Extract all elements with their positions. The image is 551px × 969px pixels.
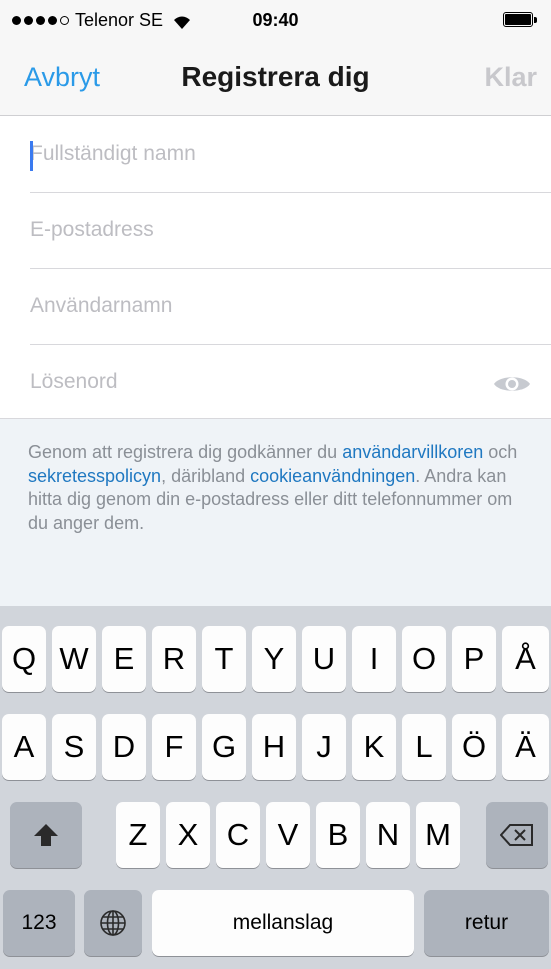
keyboard: Q W E R T Y U I O P Å A S D F G H J K L … <box>0 606 551 969</box>
key[interactable]: M <box>416 802 460 868</box>
terms-text: Genom att registrera dig godkänner du an… <box>28 442 518 533</box>
key[interactable]: I <box>352 626 396 692</box>
privacy-policy-link[interactable]: sekretesspolicyn <box>28 466 161 486</box>
key[interactable]: Ä <box>502 714 549 780</box>
eye-icon[interactable] <box>493 373 531 395</box>
key[interactable]: Q <box>2 626 46 692</box>
backspace-button[interactable] <box>486 802 548 868</box>
key[interactable]: U <box>302 626 346 692</box>
username-input[interactable] <box>30 269 490 343</box>
email-row <box>30 193 551 269</box>
key[interactable]: R <box>152 626 196 692</box>
email-input[interactable] <box>30 193 490 267</box>
key[interactable]: V <box>266 802 310 868</box>
password-row <box>30 345 551 421</box>
status-time: 09:40 <box>252 10 299 30</box>
full-name-input[interactable] <box>30 117 490 191</box>
return-button[interactable]: retur <box>424 890 549 956</box>
battery-icon <box>503 12 537 27</box>
key[interactable]: G <box>202 714 246 780</box>
key[interactable]: J <box>302 714 346 780</box>
key[interactable]: S <box>52 714 96 780</box>
key[interactable]: T <box>202 626 246 692</box>
key[interactable]: D <box>102 714 146 780</box>
key[interactable]: E <box>102 626 146 692</box>
navigation-bar: Avbryt Registrera dig Klar <box>0 40 551 116</box>
done-button[interactable]: Klar <box>484 62 537 93</box>
backspace-icon <box>500 824 533 846</box>
globe-icon <box>100 910 126 936</box>
key[interactable]: Y <box>252 626 296 692</box>
key[interactable]: X <box>166 802 210 868</box>
key[interactable]: K <box>352 714 396 780</box>
key[interactable]: Z <box>116 802 160 868</box>
terms-section: Genom att registrera dig godkänner du an… <box>0 418 551 606</box>
status-bar: Telenor SE 09:40 <box>0 0 551 40</box>
key[interactable]: Å <box>502 626 549 692</box>
full-name-row <box>30 117 551 193</box>
key[interactable]: A <box>2 714 46 780</box>
key[interactable]: H <box>252 714 296 780</box>
space-bar[interactable]: mellanslag <box>152 890 414 956</box>
shift-button[interactable] <box>10 802 82 868</box>
key[interactable]: O <box>402 626 446 692</box>
numbers-button[interactable]: 123 <box>3 890 75 956</box>
key[interactable]: P <box>452 626 496 692</box>
key[interactable]: Ö <box>452 714 496 780</box>
shift-icon <box>34 824 58 846</box>
key[interactable]: L <box>402 714 446 780</box>
key[interactable]: C <box>216 802 260 868</box>
globe-button[interactable] <box>84 890 142 956</box>
terms-of-service-link[interactable]: användarvillkoren <box>342 442 483 462</box>
registration-form <box>0 117 551 421</box>
key[interactable]: W <box>52 626 96 692</box>
text-caret <box>30 141 33 171</box>
username-row <box>30 269 551 345</box>
key[interactable]: F <box>152 714 196 780</box>
key[interactable]: N <box>366 802 410 868</box>
page-title: Registrera dig <box>181 61 370 92</box>
key[interactable]: B <box>316 802 360 868</box>
cookie-use-link[interactable]: cookieanvändningen <box>250 466 415 486</box>
password-input[interactable] <box>30 345 490 419</box>
